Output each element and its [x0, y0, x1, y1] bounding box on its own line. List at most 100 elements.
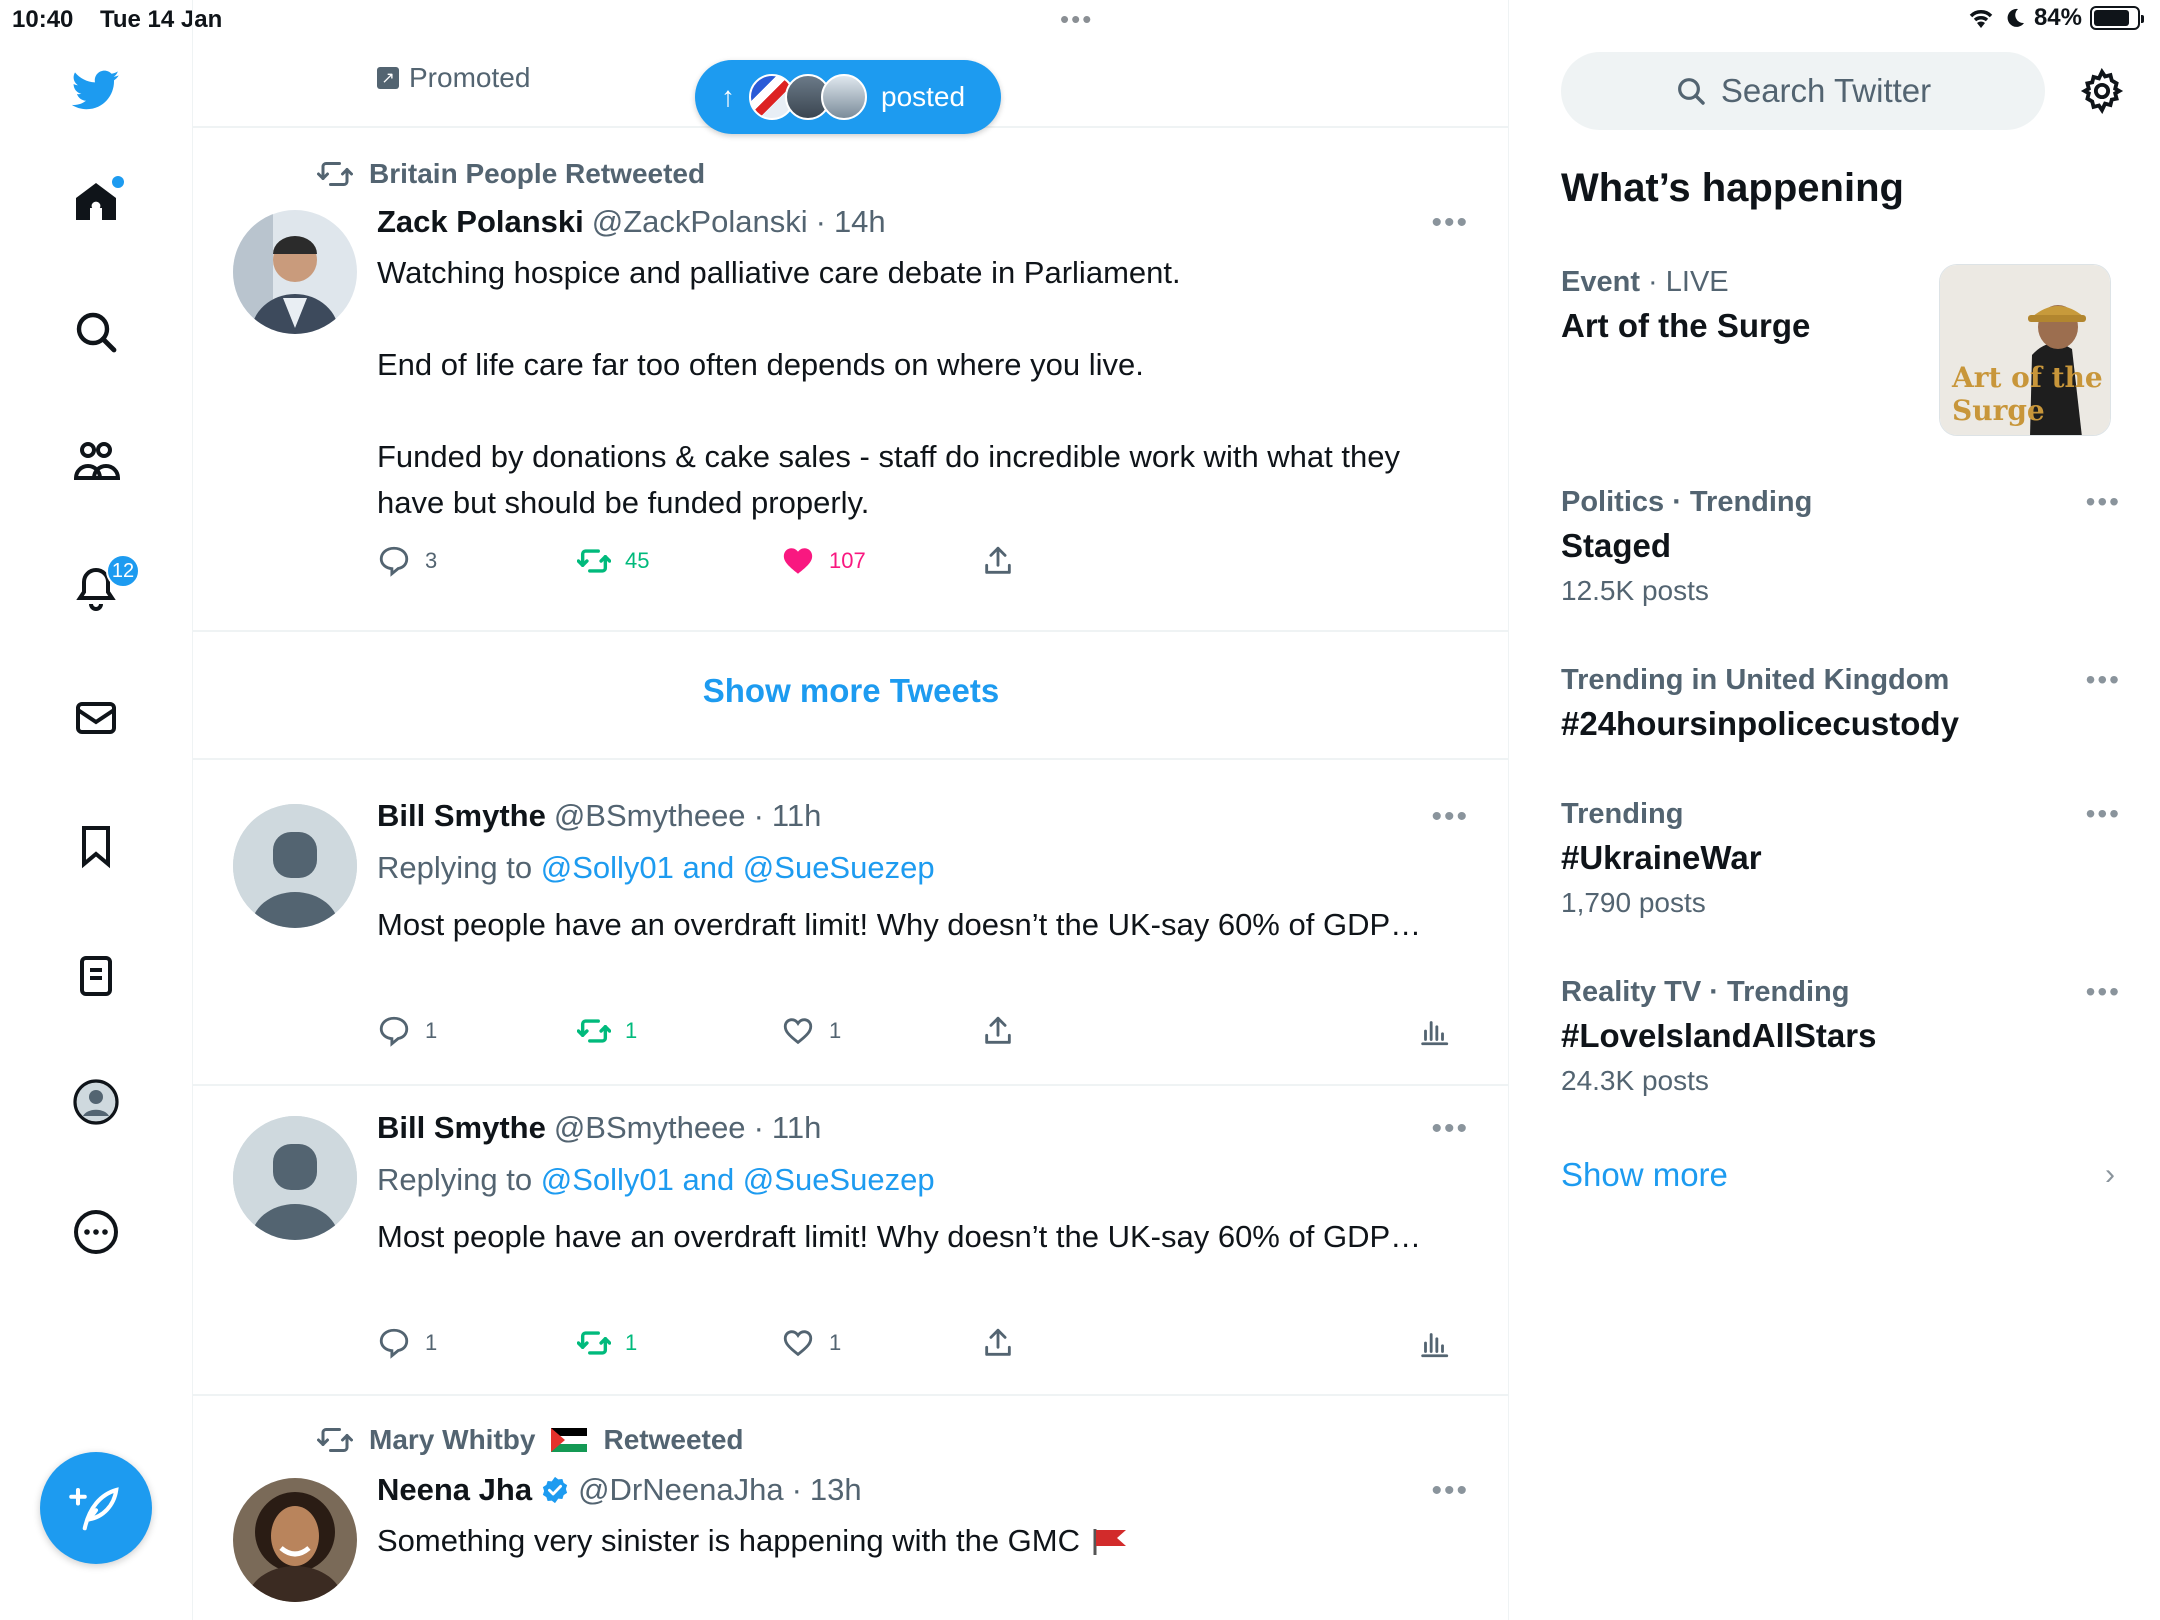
trend-more-icon[interactable]: •••: [2086, 976, 2121, 1008]
retweet-button[interactable]: 45: [577, 544, 649, 578]
like-button[interactable]: 107: [781, 544, 866, 578]
compose-tweet-button[interactable]: [40, 1452, 152, 1564]
author-handle[interactable]: @ZackPolanski: [592, 204, 808, 240]
retweeted-by-text: Britain People Retweeted: [369, 158, 706, 189]
palestine-flag-icon: [551, 1428, 588, 1452]
tweet-header: Zack Polanski @ZackPolanski · 14h: [377, 204, 886, 240]
tweet-time[interactable]: 14h: [834, 204, 886, 240]
tweet[interactable]: Britain People Retweeted Zack Polanski @…: [193, 126, 1508, 630]
home-icon[interactable]: [66, 172, 126, 232]
replying-to-handles[interactable]: @Solly01 and @SueSuezep: [541, 850, 935, 885]
trend-more-icon[interactable]: •••: [2086, 664, 2121, 696]
like-button[interactable]: 1: [781, 1326, 841, 1360]
tweet[interactable]: Bill Smythe @BSmytheee · 11h ••• Replyin…: [193, 758, 1508, 1084]
tweet-time[interactable]: 11h: [772, 1110, 821, 1146]
new-posts-pill[interactable]: ↑ posted: [695, 60, 1001, 134]
tweet-more-icon[interactable]: •••: [1431, 1112, 1469, 1146]
share-button[interactable]: [981, 544, 1015, 578]
author-name[interactable]: Neena Jha: [377, 1472, 532, 1508]
chevron-right-icon[interactable]: ›: [2105, 1158, 2115, 1192]
compose-feather-icon: [69, 1487, 119, 1531]
retweeted-by-name[interactable]: Mary Whitby: [369, 1424, 535, 1456]
share-button[interactable]: [981, 1014, 1015, 1048]
promoted-arrow-icon: ↗: [377, 67, 399, 89]
posted-pill-label: posted: [881, 81, 966, 112]
reply-button[interactable]: 1: [377, 1326, 437, 1360]
analytics-button[interactable]: [1417, 1014, 1451, 1048]
retweeted-by: Mary Whitby Retweeted: [317, 1422, 744, 1458]
author-name[interactable]: Zack Polanski: [377, 204, 584, 240]
like-count: 107: [829, 548, 866, 573]
more-options-icon[interactable]: [66, 1202, 126, 1262]
share-button[interactable]: [981, 1326, 1015, 1360]
show-more-tweets-link[interactable]: Show more Tweets: [193, 672, 1508, 710]
replying-to-prefix: Replying to: [377, 850, 541, 885]
trend-post-count: 24.3K posts: [1561, 1065, 1709, 1096]
reply-count: 1: [425, 1330, 438, 1355]
trend-category: Trending in United Kingdom: [1561, 664, 1950, 696]
settings-gear-icon[interactable]: [2079, 68, 2125, 114]
tweet-text-row: Something very sinister is happening wit…: [377, 1518, 1457, 1564]
reply-button[interactable]: 3: [377, 544, 437, 578]
profile-avatar-icon[interactable]: [66, 1072, 126, 1132]
trend-item[interactable]: Reality TV · Trending #LoveIslandAllStar…: [1561, 976, 2121, 1097]
retweet-button[interactable]: 1: [577, 1326, 637, 1360]
search-field[interactable]: Search Twitter: [1561, 52, 2045, 130]
trend-item[interactable]: Trending in United Kingdom #24hoursinpol…: [1561, 664, 2121, 743]
replying-to-handles[interactable]: @Solly01 and @SueSuezep: [541, 1162, 935, 1197]
separator-dot: ·: [753, 798, 764, 833]
trend-item[interactable]: Trending #UkraineWar 1,790 posts •••: [1561, 798, 2121, 919]
trend-more-icon[interactable]: •••: [2086, 798, 2121, 830]
messages-envelope-icon[interactable]: [66, 688, 126, 748]
trend-post-count: 1,790 posts: [1561, 887, 1706, 918]
tweet-time[interactable]: 11h: [772, 798, 821, 834]
posted-avatar: [821, 74, 867, 120]
retweet-icon: [577, 1019, 611, 1043]
author-handle[interactable]: @DrNeenaJha: [578, 1472, 784, 1508]
analytics-button[interactable]: [1417, 1326, 1451, 1360]
like-count: 1: [829, 1018, 842, 1043]
separator-dot: ·: [815, 204, 826, 239]
tweet-text: Most people have an overdraft limit! Why…: [377, 907, 1422, 942]
event-thumbnail[interactable]: Art of the Surge: [1939, 264, 2111, 436]
twitter-logo-icon[interactable]: [66, 60, 126, 120]
promoted-label: ↗ Promoted: [377, 62, 530, 94]
author-name[interactable]: Bill Smythe: [377, 798, 546, 834]
trend-name: #UkraineWar: [1561, 839, 1762, 876]
communities-icon[interactable]: [66, 430, 126, 490]
retweet-button[interactable]: 1: [577, 1014, 637, 1048]
bookmarks-icon[interactable]: [66, 816, 126, 876]
tweet-more-icon[interactable]: •••: [1431, 800, 1469, 834]
search-icon[interactable]: [66, 302, 126, 362]
heart-outline-icon: [783, 1330, 813, 1357]
tweet-header: Neena Jha @DrNeenaJha · 13h: [377, 1472, 862, 1508]
author-handle[interactable]: @BSmytheee: [554, 798, 746, 834]
trend-item[interactable]: Politics · Trending Staged 12.5K posts •…: [1561, 486, 2121, 607]
trend-item[interactable]: Event · LIVE Art of the Surge: [1561, 266, 1931, 345]
tweet-more-icon[interactable]: •••: [1431, 1474, 1469, 1508]
trend-category: Reality TV · Trending: [1561, 976, 1850, 1008]
tweet-more-icon[interactable]: •••: [1431, 206, 1469, 240]
reply-button[interactable]: 1: [377, 1014, 437, 1048]
analytics-bars-icon: [1421, 1333, 1449, 1358]
author-handle[interactable]: @BSmytheee: [554, 1110, 746, 1146]
notifications-bell-icon[interactable]: 12: [66, 554, 140, 618]
show-more-link[interactable]: Show more: [1561, 1156, 1728, 1194]
avatar[interactable]: [233, 1116, 357, 1240]
avatar[interactable]: [233, 210, 357, 334]
like-button[interactable]: 1: [781, 1014, 841, 1048]
whats-happening-title: What’s happening: [1561, 166, 1904, 210]
avatar[interactable]: [233, 804, 357, 928]
analytics-bars-icon: [1421, 1021, 1449, 1046]
tweet-time[interactable]: 13h: [810, 1472, 862, 1508]
promoted-text: Promoted: [409, 62, 531, 93]
tweet-actions: 1 1 1: [377, 1014, 1467, 1054]
trend-more-icon[interactable]: •••: [2086, 486, 2121, 518]
author-name[interactable]: Bill Smythe: [377, 1110, 546, 1146]
tweet[interactable]: Mary Whitby Retweeted Neena Jha @DrNeena…: [193, 1394, 1508, 1620]
tweet[interactable]: Bill Smythe @BSmytheee · 11h ••• Replyin…: [193, 1084, 1508, 1394]
heart-outline-icon: [783, 1018, 813, 1045]
lists-icon[interactable]: [66, 946, 126, 1006]
retweet-count: 1: [625, 1330, 638, 1355]
avatar[interactable]: [233, 1478, 357, 1602]
